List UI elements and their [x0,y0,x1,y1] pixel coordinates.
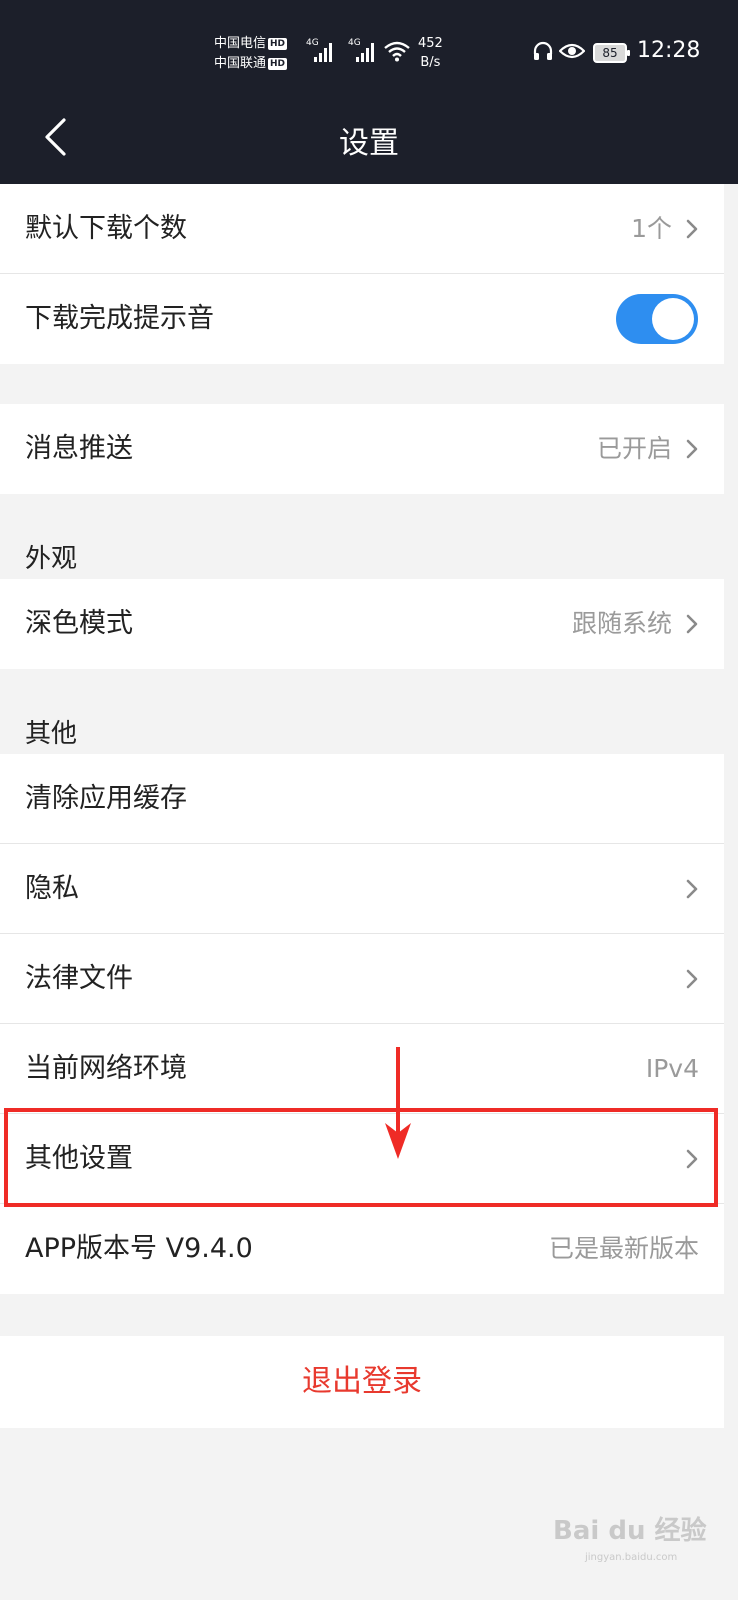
appearance-group: 深色模式 跟随系统 [0,579,724,669]
other-settings-group: 清除应用缓存 隐私 法律文件 当前网络环境 IPv4 其他设置 APP版本号 V… [0,754,724,1294]
dark-mode-value: 跟随系统 [571,609,672,638]
chevron-right-icon [686,879,698,899]
clock: 12:28 [637,38,701,63]
carrier-info: 中国电信 HD 中国联通 HD [214,34,288,74]
default-download-count-row[interactable]: 默认下载个数 1个 [0,184,724,274]
appearance-section-header: 外观 [25,544,78,574]
eye-icon [559,43,585,59]
default-download-count-label: 默认下载个数 [25,213,187,244]
download-complete-sound-label: 下载完成提示音 [25,303,214,334]
legal-documents-label: 法律文件 [25,963,133,994]
app-version-label: APP版本号 V9.4.0 [25,1233,253,1264]
chevron-left-icon [45,118,66,156]
network-type-label: 4G [306,38,319,48]
chevron-right-icon [686,439,698,459]
message-push-value: 已开启 [596,434,672,463]
message-push-label: 消息推送 [25,433,133,464]
privacy-row[interactable]: 隐私 [0,844,724,934]
status-bar: 中国电信 HD 中国联通 HD 4G 4G 452 B/s 85 12:28 [0,0,738,92]
legal-documents-row[interactable]: 法律文件 [0,934,724,1024]
back-button[interactable] [30,112,80,162]
network-environment-value: IPv4 [645,1054,699,1083]
clear-cache-row[interactable]: 清除应用缓存 [0,754,724,844]
other-section-header: 其他 [25,719,78,749]
hd-badge: HD [268,38,288,50]
dark-mode-label: 深色模式 [25,608,133,639]
page-title: 设置 [339,126,399,161]
signal-icon: 4G [348,38,374,62]
network-type-label: 4G [348,38,361,48]
download-complete-sound-row: 下载完成提示音 [0,274,724,364]
download-settings-group: 默认下载个数 1个 下载完成提示音 [0,184,724,364]
chevron-right-icon [686,219,698,239]
hd-badge: HD [268,58,288,70]
wifi-icon [384,41,410,62]
default-download-count-value: 1个 [631,214,672,243]
toggle-knob [652,298,694,340]
logout-label: 退出登录 [302,1364,422,1399]
privacy-label: 隐私 [25,873,79,904]
chevron-right-icon [686,614,698,634]
navigation-bar: 设置 [0,92,738,184]
app-version-row[interactable]: APP版本号 V9.4.0 已是最新版本 [0,1204,724,1294]
carrier-2: 中国联通 [214,56,267,71]
baidu-watermark-url: jingyan.baidu.com [585,1552,678,1563]
headphones-icon [533,41,553,60]
network-environment-row: 当前网络环境 IPv4 [0,1024,724,1114]
push-settings-group: 消息推送 已开启 [0,404,724,494]
network-environment-label: 当前网络环境 [25,1053,187,1084]
dark-mode-row[interactable]: 深色模式 跟随系统 [0,579,724,669]
logout-button[interactable]: 退出登录 [0,1336,724,1428]
app-version-status: 已是最新版本 [548,1234,699,1263]
message-push-row[interactable]: 消息推送 已开启 [0,404,724,494]
download-complete-sound-toggle[interactable] [616,294,698,344]
network-speed: 452 B/s [418,36,443,70]
baidu-watermark-logo: Bai du 经验 [553,1516,707,1546]
clear-cache-label: 清除应用缓存 [25,783,187,814]
carrier-1: 中国电信 [214,36,267,51]
chevron-right-icon [686,969,698,989]
signal-icon: 4G [306,38,332,62]
battery-icon: 85 [593,43,630,63]
highlight-box [4,1108,718,1207]
arrow-down-icon [385,1047,411,1159]
